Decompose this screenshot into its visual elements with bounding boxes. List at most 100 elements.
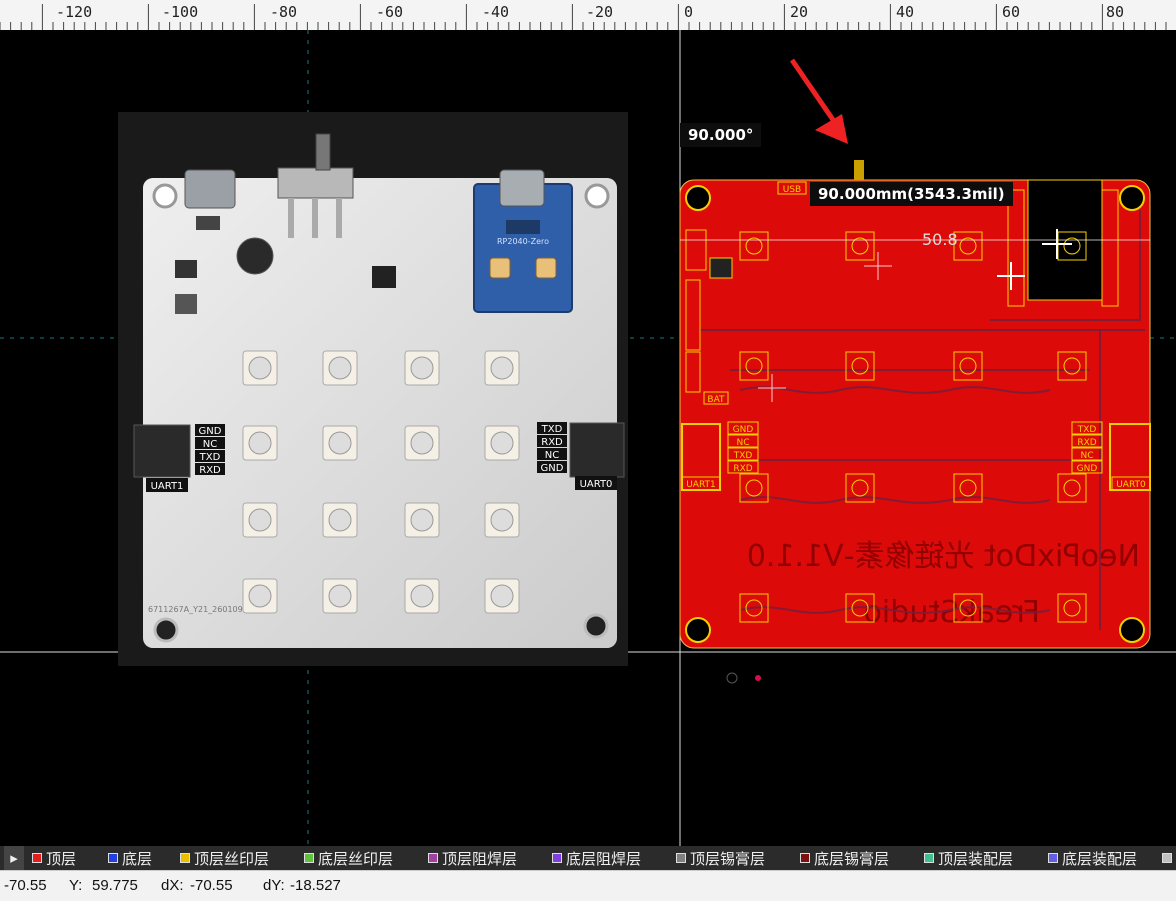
top-ruler: -120 -100 -80 -60 -40 -20 0 20 40 60 80 <box>0 0 1176 31</box>
led-component <box>322 350 358 386</box>
layer-swatch <box>428 853 438 863</box>
origin-dot <box>726 672 738 684</box>
mount-hole <box>152 183 178 209</box>
board-photo-footer: 6711267A_Y21_260109 <box>148 605 243 614</box>
layer-toggle[interactable]: 顶层阻焊层 <box>428 846 517 870</box>
layer-swatch <box>32 853 42 863</box>
delta-x-label: dX: <box>161 877 184 894</box>
layer-swatch <box>108 853 118 863</box>
led-component <box>242 425 278 461</box>
layer-swatch <box>304 853 314 863</box>
svg-text:RXD: RXD <box>733 464 752 474</box>
pcb-title-text: NeoPixDot 光链像素-V1.1.0 <box>747 539 1140 574</box>
led-component <box>484 425 520 461</box>
uart0-label: UART0 <box>580 479 613 490</box>
delta-x-value: -70.55 <box>190 877 233 894</box>
layer-toggle[interactable]: 顶层 <box>32 846 76 870</box>
ruler-label: 20 <box>790 3 809 21</box>
ruler-label: -80 <box>270 3 298 21</box>
led-component <box>404 578 440 614</box>
layer-toggle[interactable]: 顶层丝印层 <box>180 846 269 870</box>
module-label: RP2040-Zero <box>497 237 549 246</box>
led-component <box>484 350 520 386</box>
layer-swatch <box>800 853 810 863</box>
ruler-label: 40 <box>896 3 915 21</box>
layer-swatch <box>552 853 562 863</box>
uart1-connector <box>133 424 191 478</box>
ruler-label: -60 <box>376 3 404 21</box>
ruler-label: 80 <box>1106 3 1125 21</box>
angle-tooltip: 90.000° <box>680 123 762 147</box>
svg-text:TXD: TXD <box>199 452 221 463</box>
svg-text:RXD: RXD <box>199 465 221 476</box>
uart-pin-label: TXD <box>537 422 567 435</box>
svg-text:NC: NC <box>545 450 559 461</box>
svg-text:GND: GND <box>541 463 564 474</box>
ruler-label: 60 <box>1002 3 1021 21</box>
layer-toggle[interactable]: 底层锡膏层 <box>800 846 889 870</box>
svg-text:NC: NC <box>203 439 217 450</box>
pcb-mount-hole <box>685 617 711 643</box>
svg-text:GND: GND <box>1077 464 1098 474</box>
led-component <box>322 502 358 538</box>
layer-toggle[interactable]: 底层阻焊层 <box>552 846 641 870</box>
cursor-y-value: 59.775 <box>92 877 138 894</box>
led-component <box>322 578 358 614</box>
svg-text:GND: GND <box>199 426 222 437</box>
power-switch <box>277 167 354 199</box>
layer-toggle[interactable]: 底层装配层 <box>1048 846 1137 870</box>
arrow-icon <box>789 58 848 144</box>
led-component <box>484 502 520 538</box>
pcb-layout[interactable]: NeoPixDot 光链像素-V1.1.0 FreakStudio USB BA… <box>679 160 1151 649</box>
switch-pin <box>854 160 864 180</box>
led-component <box>404 502 440 538</box>
status-bar: -70.55 Y: 59.775 dX: -70.55 dY: -18.527 <box>0 870 1176 901</box>
svg-text:NC: NC <box>736 438 749 448</box>
layer-toggle[interactable] <box>1162 846 1172 870</box>
pcb-usb-label: USB <box>783 185 801 195</box>
uart-pin-label: RXD <box>537 435 567 448</box>
led-component <box>242 578 278 614</box>
pcb-mount-hole <box>1119 185 1145 211</box>
layer-toggle[interactable]: 底层 <box>108 846 152 870</box>
pcb-mount-hole <box>685 185 711 211</box>
led-component <box>484 578 520 614</box>
layer-bar-toggle[interactable]: ▸ <box>4 846 24 870</box>
layer-toggle[interactable]: 顶层装配层 <box>924 846 1013 870</box>
uart-pin-label: NC <box>537 448 567 461</box>
layer-swatch <box>676 853 686 863</box>
usb-connector <box>184 169 236 209</box>
uart-pin-label: GND <box>195 424 225 437</box>
ruler-label: -100 <box>162 3 199 21</box>
led-component <box>242 350 278 386</box>
svg-text:RXD: RXD <box>541 437 563 448</box>
led-component <box>404 425 440 461</box>
delta-y-label: dY: <box>263 877 285 894</box>
svg-text:NC: NC <box>1080 451 1093 461</box>
pcb-bat-label: BAT <box>707 395 725 405</box>
led-component <box>242 502 278 538</box>
play-icon: ▸ <box>10 849 18 867</box>
ruler-label: -20 <box>586 3 614 21</box>
led-component <box>322 425 358 461</box>
ruler-label: 0 <box>684 3 694 21</box>
svg-text:TXD: TXD <box>733 451 753 461</box>
uart-pin-label: GND <box>537 461 567 474</box>
ruler-label: -120 <box>56 3 93 21</box>
origin-dot <box>755 675 761 681</box>
board-photo: RP2040-Zero GND NC TXD RXD TXD RXD NC GND UART… <box>118 112 628 666</box>
capacitor <box>236 237 274 275</box>
cursor-y-label: Y: <box>69 877 83 894</box>
layer-toggle[interactable]: 底层丝印层 <box>304 846 393 870</box>
svg-text:RXD: RXD <box>1077 438 1096 448</box>
layer-swatch <box>1162 853 1172 863</box>
layer-swatch <box>924 853 934 863</box>
mount-hole <box>583 613 609 639</box>
svg-text:GND: GND <box>733 425 754 435</box>
pcb-canvas[interactable]: RP2040-Zero GND NC TXD RXD TXD RXD NC GND UART… <box>0 30 1176 846</box>
layer-bar: ▸ 顶层 底层 顶层丝印层 底层丝印层 顶层阻焊层 底层阻焊层 顶层锡膏层 底层… <box>0 846 1176 870</box>
layer-toggle[interactable]: 顶层锡膏层 <box>676 846 765 870</box>
ruler-label: -40 <box>482 3 510 21</box>
svg-text:TXD: TXD <box>541 424 563 435</box>
mount-hole <box>584 183 610 209</box>
